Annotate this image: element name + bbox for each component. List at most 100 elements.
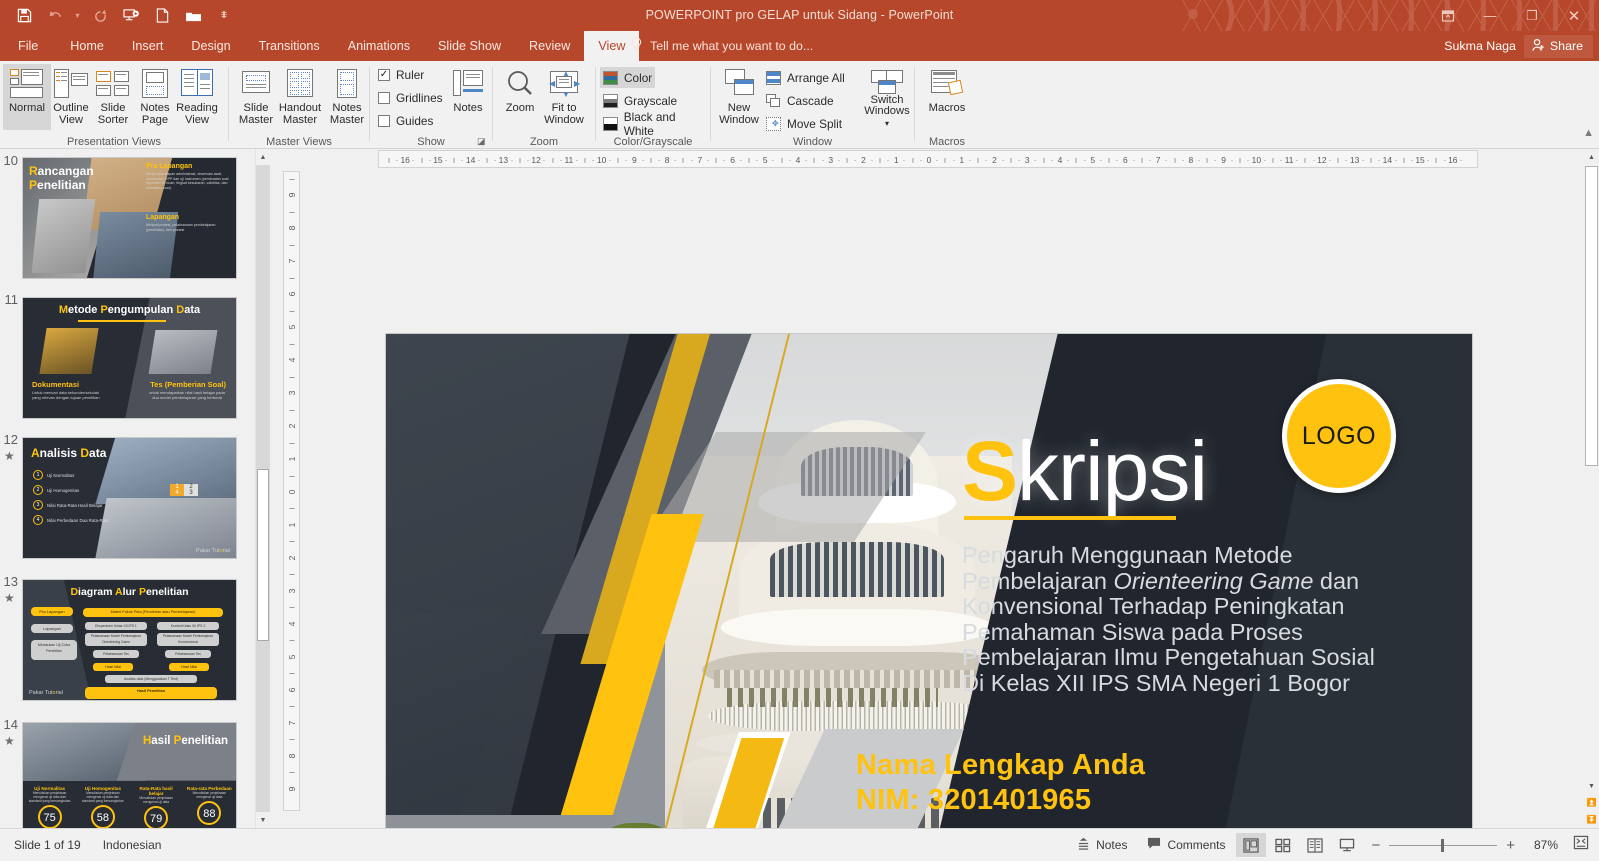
slide-sorter-button[interactable] bbox=[1268, 833, 1298, 857]
zoom-slider-handle[interactable] bbox=[1441, 838, 1445, 852]
guides-checkbox[interactable] bbox=[378, 115, 390, 127]
new-file-icon[interactable] bbox=[148, 3, 176, 29]
slide-master-label: Slide Master bbox=[238, 102, 274, 126]
tell-me-search[interactable]: Tell me what you want to do... bbox=[630, 31, 813, 61]
tab-insert[interactable]: Insert bbox=[118, 31, 178, 61]
slide-scroll-up-icon[interactable]: ▲ bbox=[1584, 149, 1599, 165]
notes-page-button[interactable]: Notes Page bbox=[131, 64, 179, 130]
ruler-tick bbox=[748, 158, 750, 163]
thumbnail-scroll-thumb[interactable] bbox=[257, 469, 269, 641]
ruler-tick-label: 8 bbox=[1188, 155, 1194, 165]
ruler-tick-label: 0 bbox=[286, 489, 297, 495]
tab-animations[interactable]: Animations bbox=[334, 31, 424, 61]
ruler-tick bbox=[1370, 158, 1372, 163]
handout-master-icon bbox=[282, 67, 318, 101]
ruler-dot bbox=[609, 160, 611, 161]
gridlines-checkbox[interactable] bbox=[378, 92, 390, 104]
notes-master-button[interactable]: Notes Master bbox=[323, 64, 371, 130]
ruler-checkbox-row[interactable]: ✓ Ruler bbox=[378, 68, 424, 82]
start-presentation-icon[interactable] bbox=[117, 3, 145, 29]
zoom-percent-label[interactable]: 87% bbox=[1524, 838, 1558, 852]
language-indicator[interactable]: Indonesian bbox=[103, 838, 162, 852]
fit-slide-to-window-button[interactable] bbox=[1573, 835, 1589, 855]
account-area[interactable]: Sukma Naga Share bbox=[1444, 31, 1593, 61]
slide-thumbnail-pane[interactable]: 10 Rancangan Penelitian Pra Lapangan Mel… bbox=[0, 149, 250, 828]
slideshow-button[interactable] bbox=[1332, 833, 1362, 857]
zoom-in-button[interactable]: + bbox=[1506, 837, 1515, 854]
thumbnail-slide-14[interactable]: Hasil Penelitian Uji Normalitas Menuliska… bbox=[22, 722, 237, 828]
save-icon[interactable] bbox=[10, 3, 38, 29]
next-slide-button[interactable]: ⏬ bbox=[1584, 811, 1599, 828]
notes-toggle-button[interactable]: Notes bbox=[1067, 833, 1137, 857]
cascade-option[interactable]: Cascade bbox=[763, 90, 837, 111]
redo-icon[interactable] bbox=[86, 3, 114, 29]
thumbnail-slide-10[interactable]: Rancangan Penelitian Pra Lapangan Melipu… bbox=[22, 157, 237, 279]
notes-button[interactable]: Notes bbox=[444, 64, 492, 130]
guides-checkbox-row[interactable]: Guides bbox=[378, 114, 433, 128]
ruler-dot bbox=[412, 160, 414, 161]
thumbnail-scroll-down-icon[interactable]: ▼ bbox=[256, 812, 270, 828]
reading-view-button[interactable] bbox=[1300, 833, 1330, 857]
normal-view-button[interactable] bbox=[1236, 833, 1267, 857]
undo-dropdown-icon[interactable]: ▾ bbox=[72, 3, 83, 29]
new-window-button[interactable]: New Window bbox=[715, 64, 763, 130]
zoom-out-button[interactable]: − bbox=[1371, 837, 1380, 854]
quick-access-toolbar[interactable]: ▾ ⩨ bbox=[10, 0, 238, 31]
move-split-option[interactable]: ✥ Move Split bbox=[763, 113, 845, 134]
normal-view-button[interactable]: Normal bbox=[3, 64, 51, 130]
handout-master-button[interactable]: Handout Master bbox=[276, 64, 324, 130]
customize-qat-icon[interactable]: ⩨ bbox=[210, 3, 238, 29]
ribbon-tabs[interactable]: File Home Insert Design Transitions Anim… bbox=[0, 31, 640, 61]
reading-view-button[interactable]: Reading View bbox=[173, 64, 221, 130]
tab-file[interactable]: File bbox=[0, 31, 56, 61]
thumbnail-scroll-up-icon[interactable]: ▲ bbox=[256, 149, 270, 165]
gridlines-checkbox-row[interactable]: Gridlines bbox=[378, 91, 443, 105]
thumbnail-slide-11[interactable]: Metode Pengumpulan Data Dokumentasi Untu… bbox=[22, 297, 237, 419]
thumbnail-scrollbar[interactable]: ▲ ▼ bbox=[255, 149, 270, 828]
color-option[interactable]: Color bbox=[600, 67, 656, 88]
ruler-dot bbox=[871, 160, 873, 161]
tab-review[interactable]: Review bbox=[515, 31, 584, 61]
ruler-checkbox[interactable]: ✓ bbox=[378, 69, 390, 81]
macros-button[interactable]: Macros bbox=[923, 64, 971, 130]
share-button[interactable]: Share bbox=[1523, 34, 1593, 58]
ruler-tick-label: 15 bbox=[1415, 155, 1425, 165]
zoom-control[interactable]: − + 87% bbox=[1363, 835, 1589, 855]
ruler-dot bbox=[674, 160, 676, 161]
open-folder-icon[interactable] bbox=[179, 3, 207, 29]
slide-sorter-button[interactable]: Slide Sorter bbox=[89, 64, 137, 130]
tab-design[interactable]: Design bbox=[177, 31, 244, 61]
switch-windows-button[interactable]: Switch Windows ▾ bbox=[861, 64, 913, 130]
ruler-tick bbox=[1075, 158, 1077, 163]
ribbon-display-options-icon[interactable] bbox=[1427, 0, 1469, 31]
restore-button[interactable]: ❐ bbox=[1511, 0, 1553, 31]
previous-slide-button[interactable]: ⏫ bbox=[1584, 794, 1599, 811]
comments-toggle-button[interactable]: Comments bbox=[1137, 833, 1235, 857]
slide-counter[interactable]: Slide 1 of 19 bbox=[14, 838, 81, 852]
collapse-ribbon-icon[interactable]: ▲ bbox=[1583, 127, 1594, 139]
thumbnail-slide-12[interactable]: Analisis Data 1 Uji Normalitas 2 Uji Homog… bbox=[22, 437, 237, 559]
fit-to-window-button[interactable]: ▲ ▼ ◀ ▶ Fit to Window bbox=[540, 64, 588, 130]
ruler-tick bbox=[715, 158, 717, 163]
thumbnail-slide-13[interactable]: Diagram Alur Penelitian Pra Lapangan Lap… bbox=[22, 579, 237, 701]
undo-icon[interactable] bbox=[41, 3, 69, 29]
arrange-all-option[interactable]: Arrange All bbox=[763, 67, 848, 88]
slide-scroll-thumb[interactable] bbox=[1585, 166, 1598, 466]
tab-home[interactable]: Home bbox=[56, 31, 118, 61]
tab-transitions[interactable]: Transitions bbox=[245, 31, 334, 61]
slide-title-initial: S bbox=[962, 424, 1018, 518]
slide-scroll-down-icon[interactable]: ▼ bbox=[1584, 778, 1599, 794]
outline-view-button[interactable]: Outline View bbox=[47, 64, 95, 130]
black-and-white-option[interactable]: Black and White bbox=[600, 110, 710, 138]
slide-master-button[interactable]: Slide Master bbox=[232, 64, 280, 130]
zoom-slider[interactable] bbox=[1389, 838, 1498, 852]
minimize-button[interactable]: — bbox=[1469, 0, 1511, 31]
tab-slide-show[interactable]: Slide Show bbox=[424, 31, 515, 61]
close-button[interactable]: ✕ bbox=[1553, 0, 1595, 31]
show-dialog-launcher-icon[interactable]: ◪ bbox=[477, 136, 488, 147]
grayscale-option[interactable]: Grayscale bbox=[600, 90, 680, 111]
window-controls[interactable]: — ❐ ✕ bbox=[1427, 0, 1595, 31]
slide-area-scrollbar[interactable]: ▲ ▼ ⏫ ⏬ bbox=[1584, 149, 1599, 828]
slide-canvas[interactable]: LOGO Skripsi Pengaruh Menggunaan Metode … bbox=[386, 334, 1472, 861]
zoom-button[interactable]: Zoom bbox=[496, 64, 544, 130]
